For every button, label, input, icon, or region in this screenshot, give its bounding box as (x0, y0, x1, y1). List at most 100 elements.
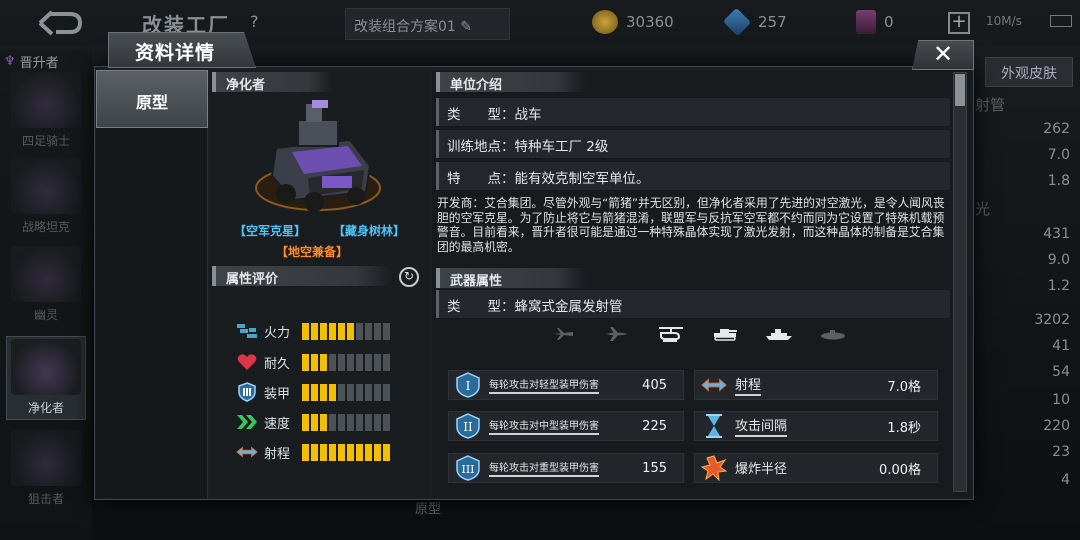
attack-interval: 攻击间隔 1.8秒 (694, 411, 938, 441)
gold-value: 30360 (626, 13, 674, 31)
range-arrows-icon (701, 372, 727, 398)
bottom-label: 原型 (415, 502, 442, 517)
unit-item[interactable]: 幽灵 (6, 244, 86, 328)
info-row-location: 训练地点：特种车工厂 2级 (436, 130, 950, 158)
heavy-armor-label: 每轮攻击对重型装甲伤害 (489, 459, 599, 477)
bomber-icon (602, 326, 632, 342)
section-label: 光 (975, 200, 991, 218)
heavy-armor-icon: III (455, 455, 481, 481)
skin-tab[interactable]: 外观皮肤 (985, 57, 1073, 87)
network-speed: 10M/s (986, 14, 1022, 28)
stat-bar-segment (302, 413, 309, 431)
range-label: 射程 (735, 374, 762, 396)
stat-bar-segment (347, 353, 354, 371)
refresh-icon[interactable]: ↻ (399, 267, 419, 287)
info-row-type: 类 型：战车 (436, 98, 950, 126)
stat-bar-segment (329, 443, 336, 461)
stat-row: 火力 (236, 321, 390, 341)
unit-item-selected[interactable]: 净化者 (6, 336, 86, 420)
target-types (548, 324, 848, 344)
modal-title: 资料详情 (108, 32, 256, 68)
gold-coin-icon (592, 10, 618, 34)
stat-bar-segment (302, 443, 309, 461)
stat-bar-segment (365, 322, 372, 340)
stat-value: 10 (1052, 392, 1070, 408)
unit-item[interactable]: 四足骑士 (6, 70, 86, 154)
heavy-armor-value: 155 (642, 460, 667, 476)
stat-bar-segment (329, 413, 336, 431)
edit-icon[interactable]: ✎ (460, 19, 472, 35)
scrollbar-thumb[interactable] (955, 74, 965, 106)
stat-value: 4 (1061, 472, 1070, 488)
stat-bar-segment (338, 322, 345, 340)
stat-bar-segment (383, 353, 390, 371)
helicopter-icon (656, 326, 686, 342)
unit-description: 开发商：艾合集团。尽管外观与“箭猪”并无区别，但净化者采用了先进的对空激光，是令… (437, 196, 945, 254)
stat-bar-segment (365, 353, 372, 371)
stat-value: 220 (1043, 418, 1070, 434)
stat-row: 射程 (236, 442, 390, 462)
stat-bar-segment (356, 383, 363, 401)
stat-bar-segment (329, 353, 336, 371)
stat-bar-segment (338, 383, 345, 401)
upgrade-filter[interactable]: ♆ 晋升者 (4, 52, 59, 71)
stat-bar-segment (383, 383, 390, 401)
stat-bar-segment (383, 322, 390, 340)
help-icon[interactable]: ? (250, 12, 259, 31)
medium-armor-damage: II 每轮攻击对中型装甲伤害 225 (448, 411, 684, 441)
stat-value: 23 (1052, 444, 1070, 460)
add-button[interactable]: + (948, 12, 970, 34)
stat-bar-segment (338, 353, 345, 371)
unit-thumbnail (11, 158, 81, 214)
scrollbar[interactable] (953, 72, 967, 492)
stat-bar-segment (320, 353, 327, 371)
stat-bar-segment (302, 353, 309, 371)
stat-bar-segment (311, 443, 318, 461)
section-label: 射管 (975, 96, 1006, 114)
stat-bar-segment (374, 353, 381, 371)
stat-bar-segment (302, 322, 309, 340)
stat-bar-segment (320, 413, 327, 431)
stat-value: 3202 (1034, 312, 1070, 328)
fighter-jet-icon (548, 326, 578, 342)
ticket-value: 0 (884, 13, 894, 31)
stat-bar-segment (311, 322, 318, 340)
unit-label: 净化者 (27, 401, 64, 415)
upgrade-label: 晋升者 (19, 56, 59, 71)
stat-bar-segment (329, 322, 336, 340)
stat-label: 射程 (264, 446, 291, 462)
medium-armor-label: 每轮攻击对中型装甲伤害 (489, 417, 599, 435)
blast-label: 爆炸半径 (735, 462, 788, 477)
stat-bar-segment (302, 383, 309, 401)
weapon-type-row: 类 型：蜂窝式金属发射管 (436, 290, 950, 318)
back-arrow-icon (38, 10, 83, 36)
unit-label: 幽灵 (33, 308, 58, 322)
unit-image (255, 100, 381, 212)
armor-icon (236, 382, 258, 402)
tab-prototype[interactable]: 原型 (96, 70, 208, 128)
unit-label: 狙击者 (27, 492, 64, 506)
unit-name-header: 净化者 (212, 72, 332, 93)
stat-bar-segment (374, 383, 381, 401)
close-button[interactable]: ✕ (912, 40, 974, 70)
stat-bar-segment (329, 383, 336, 401)
stat-row: 装甲 (236, 382, 390, 402)
unit-item[interactable]: 战略坦克 (6, 156, 86, 240)
stat-bar-segment (374, 443, 381, 461)
explosion-icon (701, 455, 727, 481)
weapon-range: 射程 7.0格 (694, 370, 938, 400)
heavy-armor-damage: III 每轮攻击对重型装甲伤害 155 (448, 453, 684, 483)
stat-bar-segment (374, 413, 381, 431)
unit-item[interactable]: 狙击者 (6, 428, 86, 512)
stat-bar (302, 383, 390, 401)
stat-value: 262 (1043, 121, 1070, 137)
stat-bar-segment (347, 322, 354, 340)
heart-icon (236, 353, 258, 371)
back-button[interactable] (34, 8, 86, 38)
svg-text:I: I (466, 379, 471, 393)
medium-armor-icon: II (455, 413, 481, 439)
stat-bar-segment (383, 413, 390, 431)
stat-value: 1.2 (1047, 278, 1070, 294)
combo-selector[interactable]: 改装组合方案01 ✎ (345, 8, 510, 40)
blast-value: 0.00格 (879, 462, 921, 478)
